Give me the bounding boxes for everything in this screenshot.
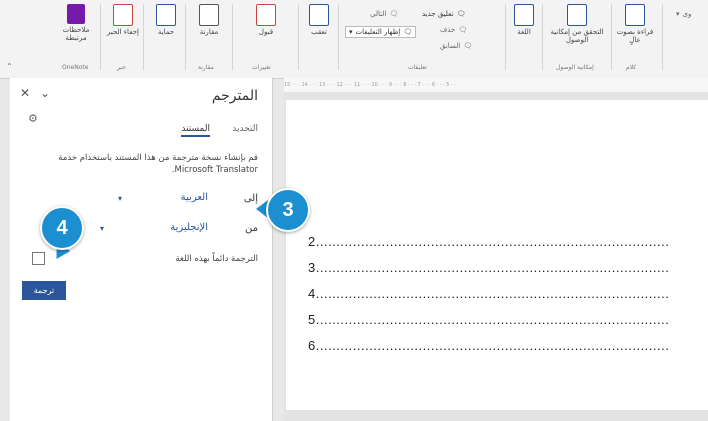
hide-ink-button[interactable]: إخفاء الحبر <box>106 4 140 36</box>
always-translate-label: الترجمة دائماً بهذه اللغة <box>175 254 258 264</box>
language-button[interactable]: اللغة <box>510 4 538 36</box>
callout-3: 3 <box>266 188 310 232</box>
group-ink-label: حبر <box>117 64 126 71</box>
check-accessibility-button[interactable]: التحقق من إمكانية الوصول <box>548 4 606 44</box>
comment-icon: 🗨 <box>456 10 466 18</box>
document-line: 6.......................................… <box>308 338 670 353</box>
compare-button[interactable]: مقارنة <box>191 4 227 36</box>
ruler: 15 · · · 14 · · · 13 · · · 12 · · · 11 ·… <box>284 78 708 93</box>
read-aloud-icon <box>625 4 645 26</box>
protect-button[interactable]: حماية <box>150 4 182 36</box>
separator <box>338 4 339 70</box>
translate-button[interactable]: ترجمة <box>22 281 66 300</box>
read-aloud-label: قراءة بصوت عالٍ <box>616 28 654 44</box>
show-comments-icon: 🗨 <box>403 28 413 36</box>
group-comments-label: تعليقات <box>408 64 427 71</box>
tab-selection[interactable]: التحديد <box>232 124 258 134</box>
accept-button[interactable]: قبول <box>238 4 294 36</box>
document-line: 2.......................................… <box>308 234 670 249</box>
gear-icon[interactable]: ⚙ <box>28 112 38 125</box>
group-accessibility-label: إمكانية الوصول <box>556 64 594 71</box>
previous-comment-label: السابق <box>440 42 461 50</box>
chevron-down-icon: ▾ <box>100 224 105 233</box>
separator <box>232 4 233 70</box>
compare-icon <box>199 4 219 26</box>
linked-notes-button[interactable]: ملاحظات مرتبطة <box>58 4 94 42</box>
accessibility-icon <box>567 4 587 26</box>
group-onenote-label: OneNote <box>62 64 89 71</box>
next-icon: 🗨 <box>389 10 399 18</box>
compare-label: مقارنة <box>199 28 219 36</box>
separator <box>185 4 186 70</box>
document-line: 3.......................................… <box>308 260 670 275</box>
separator <box>298 4 299 70</box>
new-comment-button[interactable]: تعليق جديد 🗨 <box>422 10 465 18</box>
show-comments-dropdown[interactable]: ▾ إظهار التعليقات 🗨 <box>345 26 417 38</box>
pane-title: المترجم <box>211 88 258 104</box>
track-changes-icon <box>309 4 329 26</box>
tab-document[interactable]: المستند <box>181 124 210 137</box>
separator <box>505 4 506 70</box>
close-icon[interactable]: ✕ <box>20 86 30 100</box>
from-label: من <box>245 223 258 234</box>
group-compare-label: مقارنة <box>198 64 214 71</box>
delete-comment-button[interactable]: حذف 🗨 <box>440 26 467 34</box>
track-changes-button[interactable]: تعقب <box>304 4 334 36</box>
show-comments-label: إظهار التعليقات <box>355 28 401 36</box>
language-icon <box>514 4 534 26</box>
accept-changes-icon <box>256 4 276 26</box>
ribbon: ملاحظات مرتبطة إخفاء الحبر حماية مقارنة … <box>0 0 708 79</box>
group-changes-label: تغييرات <box>252 64 271 71</box>
callout-4: 4 <box>40 206 84 250</box>
new-comment-label: تعليق جديد <box>422 10 454 18</box>
overflow-label: وى <box>682 10 692 18</box>
separator <box>611 4 612 70</box>
group-speech-label: كلام <box>626 64 637 71</box>
track-changes-label: تعقب <box>311 28 327 36</box>
accept-label: قبول <box>258 28 274 36</box>
from-language-value: الإنجليزية <box>170 222 208 233</box>
always-translate-checkbox[interactable] <box>32 252 45 265</box>
pane-description: قم بإنشاء نسخة مترجمة من هذا المستند باس… <box>58 153 258 175</box>
document-area: 2.......................................… <box>284 92 708 421</box>
separator <box>100 4 101 70</box>
from-language-dropdown[interactable]: الإنجليزية ▾ <box>100 221 208 237</box>
document-page[interactable]: 2.......................................… <box>286 100 708 410</box>
separator <box>542 4 543 70</box>
chevron-down-icon: ▾ <box>676 10 680 18</box>
previous-icon: 🗨 <box>463 42 473 50</box>
chevron-down-icon: ▾ <box>118 194 123 203</box>
separator <box>143 4 144 70</box>
protect-label: حماية <box>157 28 175 36</box>
linked-notes-label: ملاحظات مرتبطة <box>62 26 90 42</box>
ribbon-overflow[interactable]: ▾ وى <box>676 10 691 18</box>
ink-icon <box>113 4 133 26</box>
language-label: اللغة <box>517 28 531 36</box>
next-comment-button[interactable]: التالي 🗨 <box>370 10 398 18</box>
chevron-down-icon[interactable]: ⌄ <box>40 86 50 100</box>
protect-icon <box>156 4 176 26</box>
previous-comment-button[interactable]: السابق 🗨 <box>440 42 472 50</box>
delete-comment-icon: 🗨 <box>458 26 468 34</box>
delete-comment-label: حذف <box>440 26 456 34</box>
onenote-icon <box>67 4 85 24</box>
hide-ink-label: إخفاء الحبر <box>106 28 140 36</box>
chevron-down-icon: ▾ <box>349 28 353 36</box>
to-language-dropdown[interactable]: العربية ▾ <box>118 191 208 207</box>
collapse-ribbon-icon[interactable]: ⌃ <box>6 62 13 71</box>
document-line: 4.......................................… <box>308 286 670 301</box>
read-aloud-button[interactable]: قراءة بصوت عالٍ <box>616 4 654 44</box>
translator-pane: ✕ ⌄ المترجم ⚙ التحديد المستند قم بإنشاء … <box>10 78 273 421</box>
to-language-value: العربية <box>180 192 208 203</box>
check-accessibility-label: التحقق من إمكانية الوصول <box>550 28 604 44</box>
separator <box>662 4 663 70</box>
document-line: 5.......................................… <box>308 312 670 327</box>
next-comment-label: التالي <box>370 10 387 18</box>
